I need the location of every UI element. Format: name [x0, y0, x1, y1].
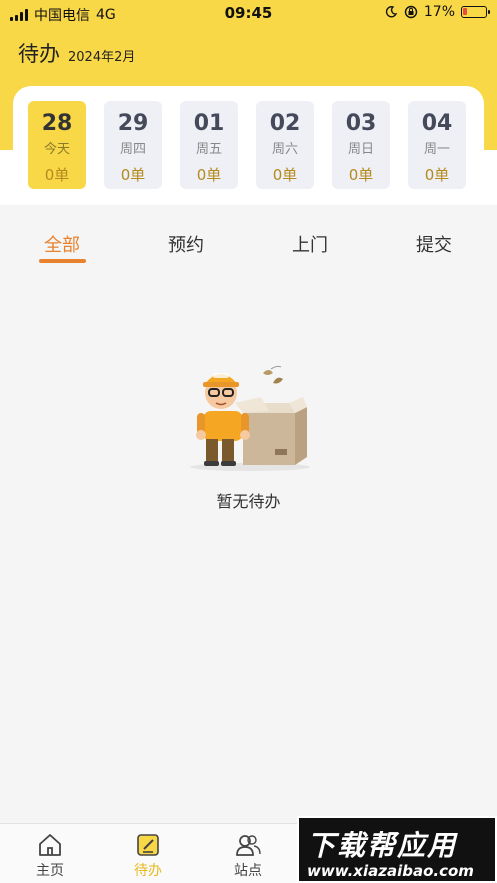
page-title-row: 待办 2024年2月	[18, 38, 135, 68]
date-day: 29	[117, 111, 149, 136]
watermark-logo: 下载帮应用 www.xiazaibao.com	[297, 816, 497, 883]
battery-fill	[463, 8, 467, 15]
date-weekday: 周日	[347, 142, 374, 157]
date-day: 01	[193, 111, 225, 136]
date-item[interactable]: 02 周六 0单	[256, 101, 314, 189]
date-order-count: 0单	[44, 166, 70, 184]
date-weekday: 周五	[195, 142, 222, 157]
empty-message: 暂无待办	[216, 492, 281, 511]
date-weekday: 周四	[119, 142, 146, 157]
date-day: 04	[421, 111, 453, 136]
home-icon	[39, 834, 61, 856]
date-order-count: 0单	[272, 166, 298, 184]
rotation-lock-icon	[404, 5, 418, 19]
date-day: 02	[269, 111, 301, 136]
moon-icon	[385, 6, 398, 18]
date-selector: 28 今天 0单 29 周四 0单 01 周五 0单 02 周六 0单 03 周日 0单 04 周一 0单	[28, 101, 466, 189]
battery-percent: 17%	[423, 4, 455, 20]
tab-bar: 全部 预约 上门 提交	[0, 205, 497, 265]
page-subtitle: 2024年2月	[68, 50, 136, 65]
nav-todo-label: 待办	[134, 863, 162, 879]
tab-appointment[interactable]: 预约	[151, 231, 221, 257]
status-right: 17%	[384, 4, 490, 20]
date-day: 28	[41, 111, 73, 136]
nav-home-label: 主页	[36, 863, 64, 879]
date-day: 03	[345, 111, 377, 136]
date-weekday: 周六	[271, 142, 298, 157]
todo-icon	[137, 834, 159, 856]
tab-submit[interactable]: 提交	[399, 231, 469, 257]
page-title: 待办	[18, 42, 60, 66]
courier-with-box-illustration	[190, 365, 310, 471]
tab-all[interactable]: 全部	[27, 231, 97, 257]
nav-todo[interactable]: 待办	[118, 832, 178, 880]
date-order-count: 0单	[196, 166, 222, 184]
date-item[interactable]: 01 周五 0单	[180, 101, 238, 189]
tab-active-indicator	[39, 259, 86, 263]
date-weekday: 今天	[43, 142, 70, 157]
status-bar: 中国电信 4G 09:45 17%	[0, 0, 497, 26]
nav-home[interactable]: 主页	[20, 832, 80, 880]
nav-station[interactable]: 站点	[218, 832, 278, 880]
battery-icon	[461, 6, 490, 18]
date-item[interactable]: 29 周四 0单	[104, 101, 162, 189]
nav-station-label: 站点	[234, 863, 262, 879]
watermark-url: www.xiazaibao.com	[307, 862, 474, 880]
date-weekday: 周一	[423, 142, 450, 157]
date-item[interactable]: 04 周一 0单	[408, 101, 466, 189]
date-order-count: 0单	[424, 166, 450, 184]
people-icon	[236, 835, 261, 856]
tab-visit[interactable]: 上门	[275, 231, 345, 257]
date-item[interactable]: 03 周日 0单	[332, 101, 390, 189]
date-order-count: 0单	[348, 166, 374, 184]
watermark-title: 下载帮应用	[307, 829, 458, 862]
date-item[interactable]: 28 今天 0单	[28, 101, 86, 189]
date-order-count: 0单	[120, 166, 146, 184]
